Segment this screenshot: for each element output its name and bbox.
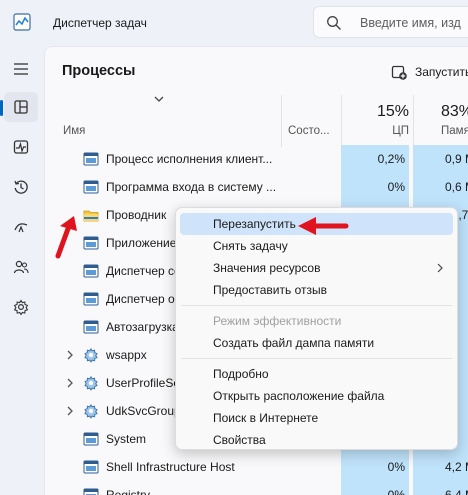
- table-row[interactable]: Registry 0% 6,4 M: [45, 481, 468, 495]
- gear-icon: [84, 375, 98, 391]
- users-icon: [13, 260, 29, 274]
- window-process-icon: [83, 432, 99, 446]
- window-process-icon: [83, 152, 99, 166]
- process-name: Registry: [106, 488, 151, 495]
- process-memory: 0,6 M: [445, 180, 468, 194]
- process-name: Программа входа в систему ...: [106, 180, 277, 194]
- process-cpu: 0%: [341, 453, 409, 481]
- menu-item[interactable]: Подробно: [180, 363, 453, 385]
- window-process-icon: [83, 236, 99, 250]
- gear-icon: [84, 403, 98, 419]
- sidebar-item-services[interactable]: [4, 292, 38, 322]
- menu-item-label: Режим эффективности: [213, 314, 342, 328]
- sidebar-item-app-history[interactable]: [4, 172, 38, 202]
- window-process-icon: [83, 292, 99, 306]
- sidebar: [0, 46, 42, 495]
- folder-icon: [83, 210, 99, 222]
- column-header-memory[interactable]: Памя: [441, 125, 468, 137]
- menu-item[interactable]: Открыть расположение файла: [180, 385, 453, 407]
- menu-item-label: Свойства: [213, 433, 266, 447]
- process-memory: 4,2 M: [445, 460, 468, 474]
- startup-apps-icon: [14, 223, 28, 233]
- performance-icon: [13, 140, 29, 154]
- menu-item-label: Перезапустить: [213, 217, 296, 231]
- menu-item-label: Значения ресурсов: [213, 261, 321, 275]
- run-new-task-icon: [391, 65, 407, 80]
- menu-item-label: Создать файл дампа памяти: [213, 336, 375, 350]
- table-row[interactable]: Программа входа в систему ... 0% 0,6 M: [45, 173, 468, 201]
- column-header-status[interactable]: Состо...: [288, 125, 330, 137]
- search-icon: [327, 16, 341, 30]
- process-cpu: 0,2%: [341, 145, 409, 173]
- sidebar-item-users[interactable]: [4, 252, 38, 282]
- context-menu: Перезапустить Снять задачу Значения ресурс…: [175, 207, 458, 450]
- window-process-icon: [83, 264, 99, 278]
- window-process-icon: [83, 180, 99, 194]
- page-title: Процессы: [62, 63, 136, 79]
- menu-item[interactable]: Создать файл дампа памяти: [180, 332, 453, 354]
- menu-item-label: Открыть расположение файла: [213, 389, 385, 403]
- chevron-down-icon[interactable]: [153, 95, 165, 103]
- sidebar-item-startup-apps[interactable]: [4, 212, 38, 242]
- hamburger-menu-icon: [14, 63, 28, 75]
- column-header-name[interactable]: Имя: [63, 125, 85, 137]
- services-icon: [13, 299, 29, 315]
- process-name: Shell Infrastructure Host: [106, 460, 235, 474]
- column-header-cpu[interactable]: ЦП: [341, 125, 409, 137]
- gear-icon: [84, 347, 98, 363]
- run-new-task-button[interactable]: Запустить: [391, 61, 468, 83]
- column-divider[interactable]: [281, 95, 282, 147]
- sidebar-item-processes[interactable]: [0, 92, 38, 122]
- menu-separator: [181, 358, 452, 359]
- process-memory-cell: 0,9 M: [413, 145, 468, 173]
- menu-item-label: Поиск в Интернете: [213, 411, 319, 425]
- chevron-right-icon[interactable]: [65, 349, 75, 361]
- menu-item[interactable]: Предоставить отзыв: [180, 279, 453, 301]
- menu-item: Режим эффективности: [180, 310, 453, 332]
- menu-separator: [181, 305, 452, 306]
- process-name: Процесс исполнения клиент...: [106, 152, 273, 166]
- run-new-task-label: Запустить: [415, 65, 468, 79]
- process-memory: 0,9 M: [445, 152, 468, 166]
- sidebar-item-performance[interactable]: [4, 132, 38, 162]
- table-header: Имя Состо... 15% ЦП 83% Памя: [45, 95, 468, 147]
- menu-item[interactable]: Значения ресурсов: [180, 257, 453, 279]
- memory-total-value: 83%: [441, 103, 468, 120]
- menu-item[interactable]: Снять задачу: [180, 235, 453, 257]
- menu-item-label: Подробно: [213, 367, 269, 381]
- window-title: Диспетчер задач: [53, 16, 147, 30]
- cpu-total-value: 15%: [376, 103, 409, 120]
- menu-item-label: Снять задачу: [213, 239, 288, 253]
- table-row[interactable]: Shell Infrastructure Host 0% 4,2 M: [45, 453, 468, 481]
- chevron-right-icon[interactable]: [65, 405, 75, 417]
- table-row[interactable]: Процесс исполнения клиент... 0,2% 0,9 M: [45, 145, 468, 173]
- window-process-icon: [83, 460, 99, 474]
- app-history-icon: [14, 180, 28, 194]
- task-manager-app-icon: [13, 13, 31, 31]
- search-input[interactable]: Введите имя, изд: [360, 16, 461, 30]
- title-bar: Диспетчер задач Введите имя, изд: [0, 0, 468, 46]
- process-memory-cell: 6,4 M: [413, 481, 468, 495]
- menu-item[interactable]: Перезапустить: [180, 213, 453, 235]
- process-memory-cell: 0,6 M: [413, 173, 468, 201]
- process-cpu: 0%: [341, 173, 409, 201]
- window-process-icon: [83, 320, 99, 334]
- processes-icon: [14, 100, 28, 114]
- chevron-right-icon: [437, 263, 443, 273]
- search-box[interactable]: Введите имя, изд: [313, 6, 468, 38]
- hamburger-menu-button[interactable]: [4, 54, 38, 84]
- process-memory-cell: 4,2 M: [413, 453, 468, 481]
- window-process-icon: [83, 488, 99, 495]
- menu-item[interactable]: Свойства: [180, 429, 453, 451]
- column-divider[interactable]: [413, 95, 414, 147]
- process-memory: 6,4 M: [445, 488, 468, 495]
- menu-item[interactable]: Поиск в Интернете: [180, 407, 453, 429]
- chevron-right-icon[interactable]: [65, 377, 75, 389]
- process-cpu: 0%: [341, 481, 409, 495]
- menu-item-label: Предоставить отзыв: [213, 283, 327, 297]
